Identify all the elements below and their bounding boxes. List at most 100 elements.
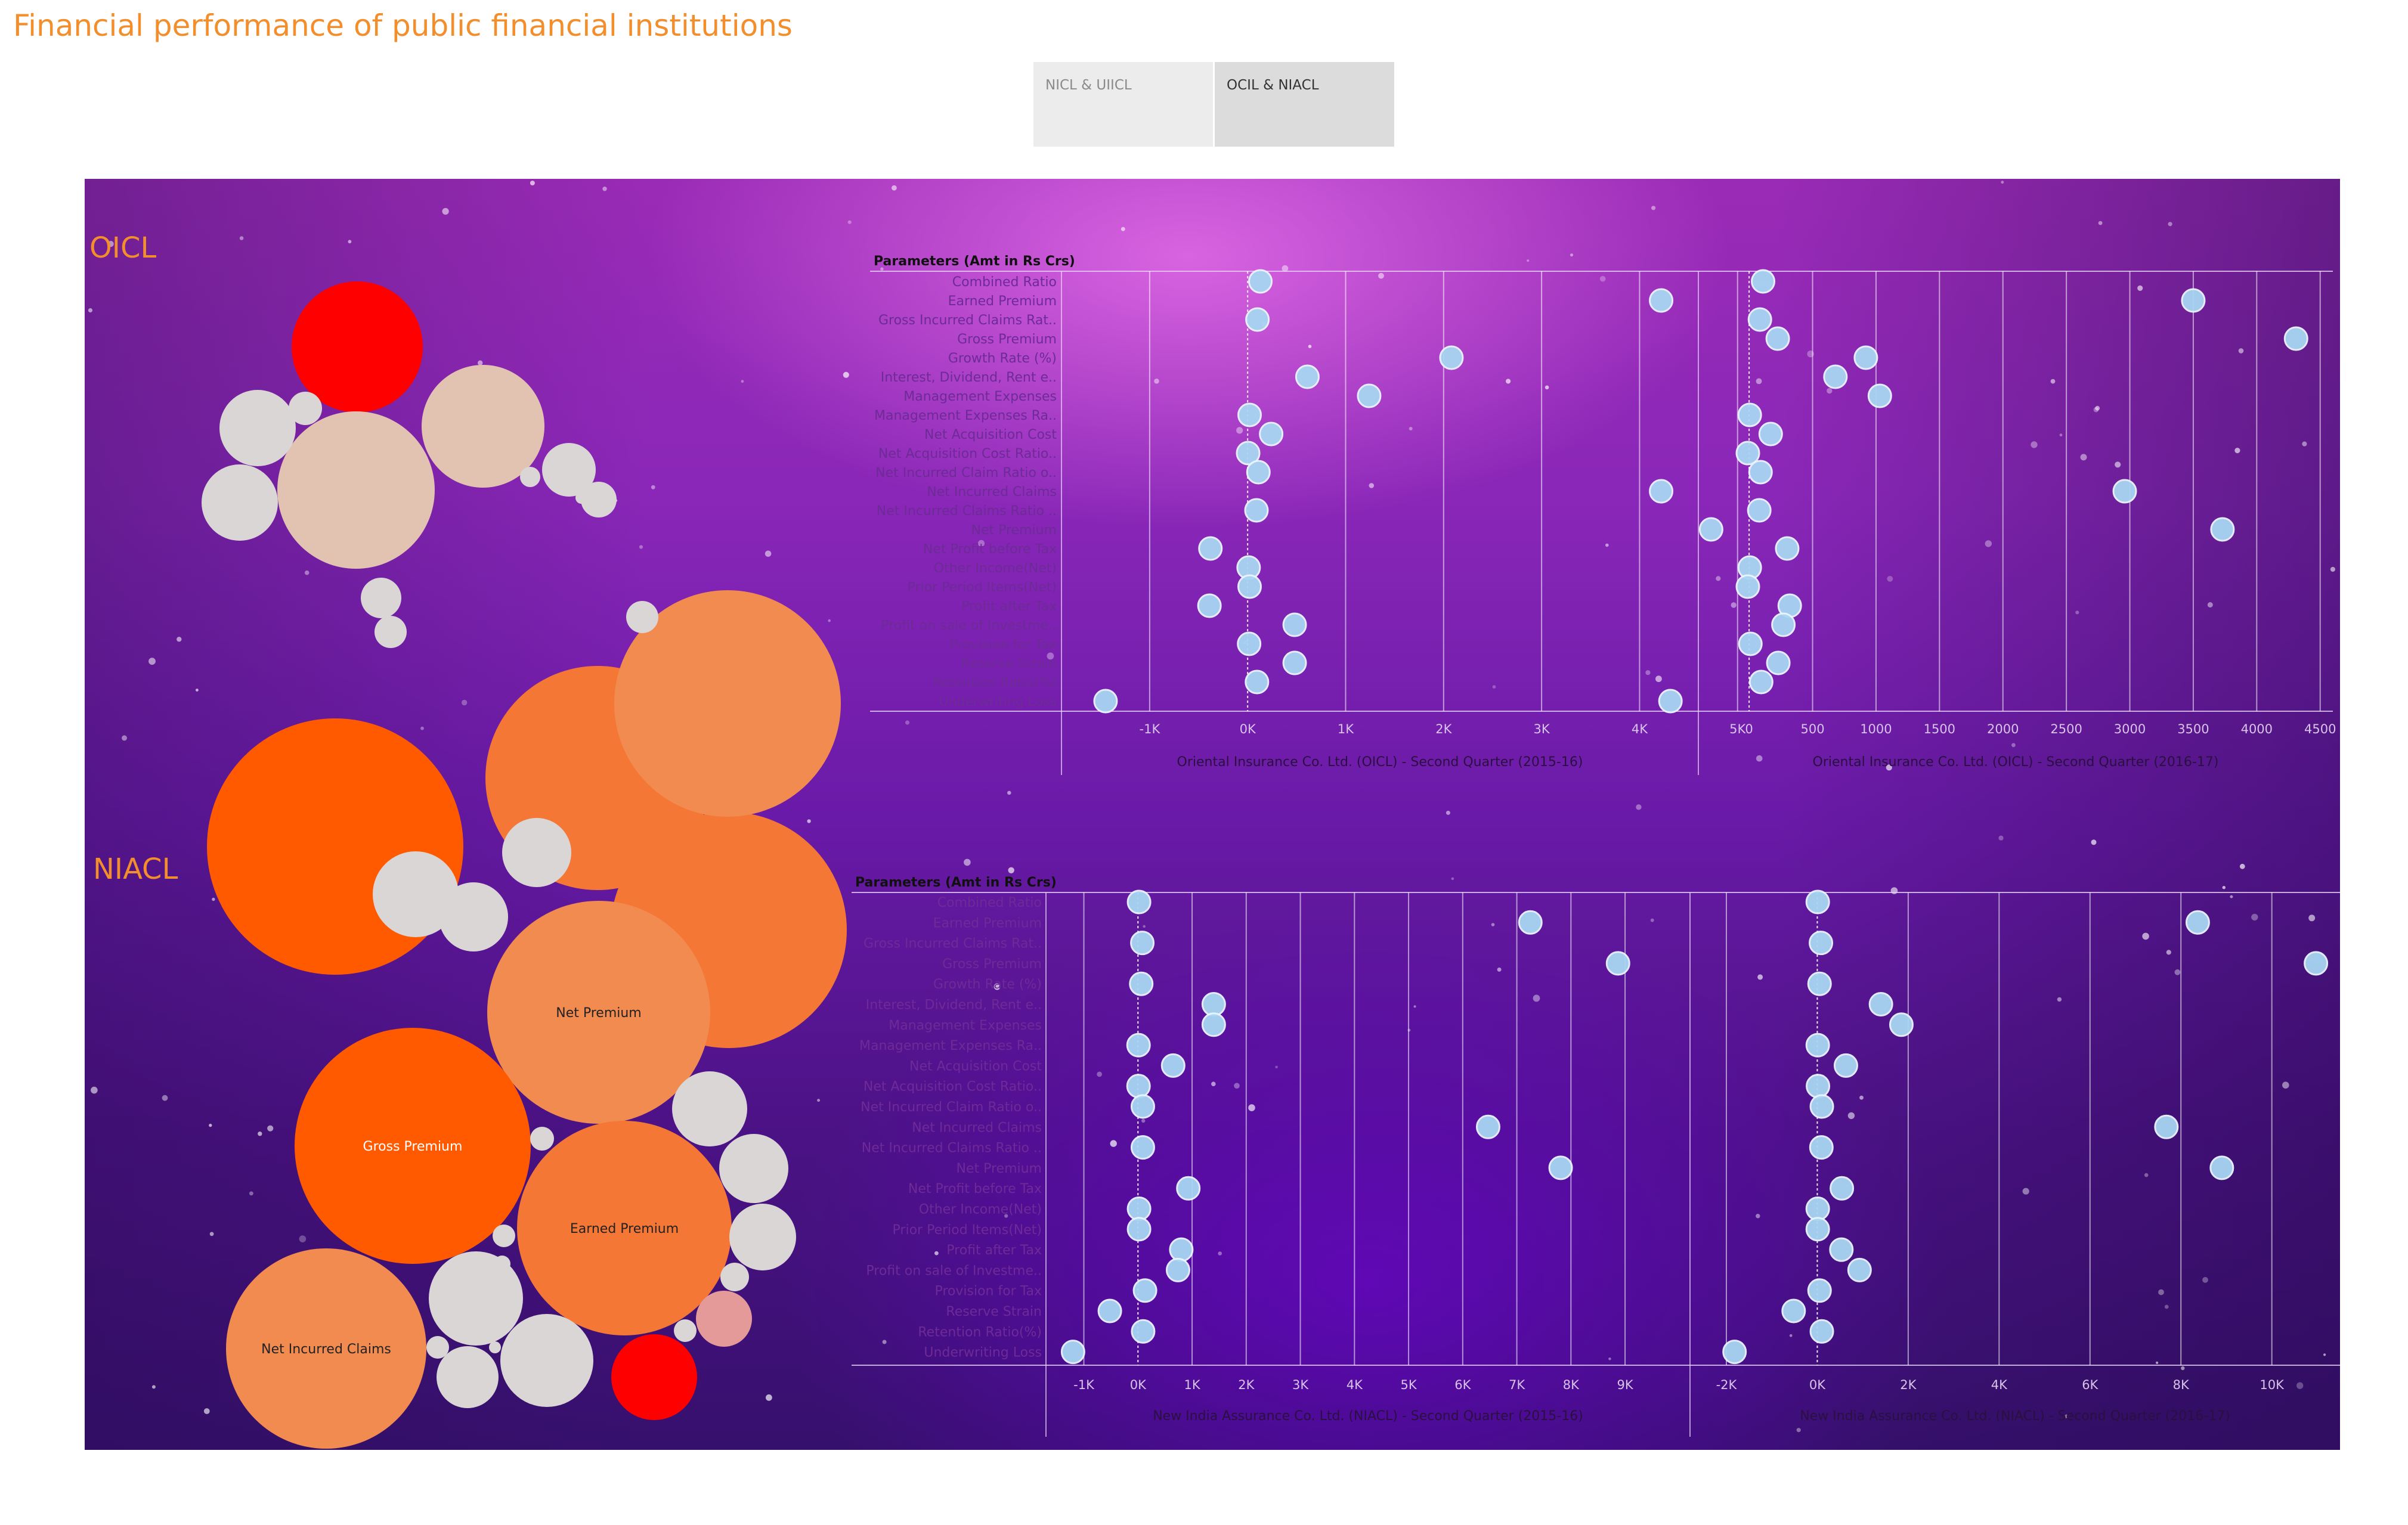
x-tick-label: 6K [1454, 1378, 1471, 1392]
data-point[interactable] [1806, 1074, 1831, 1099]
x-tick-label: 2000 [1987, 722, 2019, 736]
data-point[interactable] [1847, 1257, 1872, 1282]
data-point[interactable] [1867, 383, 1892, 408]
data-point[interactable] [1197, 593, 1222, 618]
data-point[interactable] [2210, 517, 2235, 542]
data-point[interactable] [1165, 1257, 1190, 1282]
data-point[interactable] [1605, 951, 1630, 976]
data-point[interactable] [1126, 1197, 1152, 1221]
x-tick-label: 1000 [1860, 722, 1892, 736]
data-point[interactable] [1748, 460, 1773, 485]
data-point[interactable] [1130, 1135, 1155, 1160]
data-point[interactable] [1809, 1135, 1834, 1160]
data-point[interactable] [2185, 910, 2210, 935]
data-point[interactable] [1475, 1114, 1500, 1139]
data-point[interactable] [1737, 402, 1762, 427]
data-point[interactable] [1649, 479, 1674, 504]
data-point[interactable] [1093, 689, 1118, 714]
x-tick-label: 3000 [2114, 722, 2146, 736]
data-point[interactable] [1131, 1319, 1156, 1344]
data-point[interactable] [1781, 1298, 1806, 1323]
data-point[interactable] [1809, 931, 1834, 956]
data-point[interactable] [1198, 536, 1223, 561]
data-point[interactable] [1868, 992, 1893, 1016]
data-point[interactable] [1244, 498, 1269, 523]
data-point[interactable] [1201, 1012, 1226, 1037]
data-point[interactable] [1747, 498, 1772, 523]
data-point[interactable] [1805, 1217, 1830, 1242]
data-point[interactable] [1237, 574, 1262, 599]
data-point[interactable] [1126, 889, 1152, 915]
data-point[interactable] [1176, 1176, 1201, 1201]
data-point[interactable] [1748, 669, 1773, 695]
data-point[interactable] [1747, 307, 1772, 332]
x-tick-label: 5K [1400, 1378, 1417, 1392]
data-point[interactable] [1829, 1237, 1854, 1262]
data-point[interactable] [1809, 1094, 1834, 1119]
data-point[interactable] [1518, 910, 1543, 935]
dot-plot-charts: Parameters (Amt in Rs Crs) Combined Ratio… [852, 254, 2340, 1437]
data-point[interactable] [1060, 1340, 1085, 1365]
data-point[interactable] [1722, 1340, 1747, 1365]
data-point[interactable] [1126, 1074, 1151, 1099]
data-point[interactable] [1130, 931, 1155, 956]
data-point[interactable] [1758, 421, 1783, 447]
data-point[interactable] [1245, 307, 1270, 332]
parameter-label: Interest, Dividend, Rent e.. [881, 370, 1057, 385]
data-point[interactable] [2112, 479, 2137, 504]
parameter-label: Gross Incurred Claims Rat.. [878, 313, 1057, 328]
data-point[interactable] [1129, 971, 1154, 996]
data-point[interactable] [1805, 1197, 1830, 1221]
data-point[interactable] [1439, 345, 1464, 370]
data-point[interactable] [1658, 689, 1683, 714]
data-point[interactable] [1132, 1278, 1157, 1303]
data-point[interactable] [1765, 326, 1790, 351]
data-point[interactable] [1248, 269, 1273, 294]
data-point[interactable] [1237, 631, 1262, 656]
data-point[interactable] [1201, 992, 1226, 1016]
data-point[interactable] [1548, 1155, 1573, 1180]
data-point[interactable] [1735, 574, 1760, 599]
data-point[interactable] [1751, 269, 1776, 294]
parameter-label: Gross Incurred Claims Rat.. [863, 937, 1042, 951]
data-point[interactable] [1833, 1053, 1858, 1078]
data-point[interactable] [2154, 1114, 2179, 1139]
data-point[interactable] [1807, 1278, 1832, 1303]
data-point[interactable] [1853, 345, 1878, 370]
x-tick-label: -1K [1073, 1378, 1095, 1392]
data-point[interactable] [1282, 650, 1307, 675]
data-point[interactable] [2181, 288, 2206, 313]
data-point[interactable] [1237, 402, 1262, 427]
data-point[interactable] [1775, 536, 1800, 561]
tab-nicl-uiicl[interactable]: NICL & UIICL [1033, 62, 1213, 147]
data-point[interactable] [1282, 612, 1307, 637]
data-point[interactable] [1823, 364, 1848, 389]
data-point[interactable] [1259, 421, 1284, 447]
tab-ocil-niacl[interactable]: OCIL & NIACL [1215, 62, 1394, 147]
data-point[interactable] [1245, 669, 1270, 695]
data-point[interactable] [1097, 1298, 1122, 1323]
data-point[interactable] [1160, 1053, 1186, 1078]
data-point[interactable] [1738, 631, 1763, 656]
data-point[interactable] [1807, 971, 1832, 996]
data-point[interactable] [1805, 1033, 1830, 1058]
data-point[interactable] [2304, 951, 2329, 976]
data-point[interactable] [1126, 1217, 1152, 1242]
data-point[interactable] [1698, 517, 1723, 542]
data-point[interactable] [1771, 612, 1796, 637]
data-point[interactable] [1805, 889, 1830, 915]
data-point[interactable] [1126, 1033, 1151, 1058]
data-point[interactable] [1295, 364, 1320, 389]
data-point[interactable] [2283, 326, 2308, 351]
data-point[interactable] [1830, 1176, 1855, 1201]
parameter-label: Net Profit before Tax [923, 542, 1057, 557]
data-point[interactable] [2209, 1155, 2234, 1180]
data-point[interactable] [1649, 288, 1674, 313]
data-point[interactable] [1246, 460, 1271, 485]
data-point[interactable] [1889, 1012, 1914, 1037]
data-point[interactable] [1357, 383, 1382, 408]
data-point[interactable] [1169, 1237, 1194, 1262]
data-point[interactable] [1766, 650, 1791, 675]
data-point[interactable] [1130, 1094, 1155, 1119]
data-point[interactable] [1809, 1319, 1834, 1344]
